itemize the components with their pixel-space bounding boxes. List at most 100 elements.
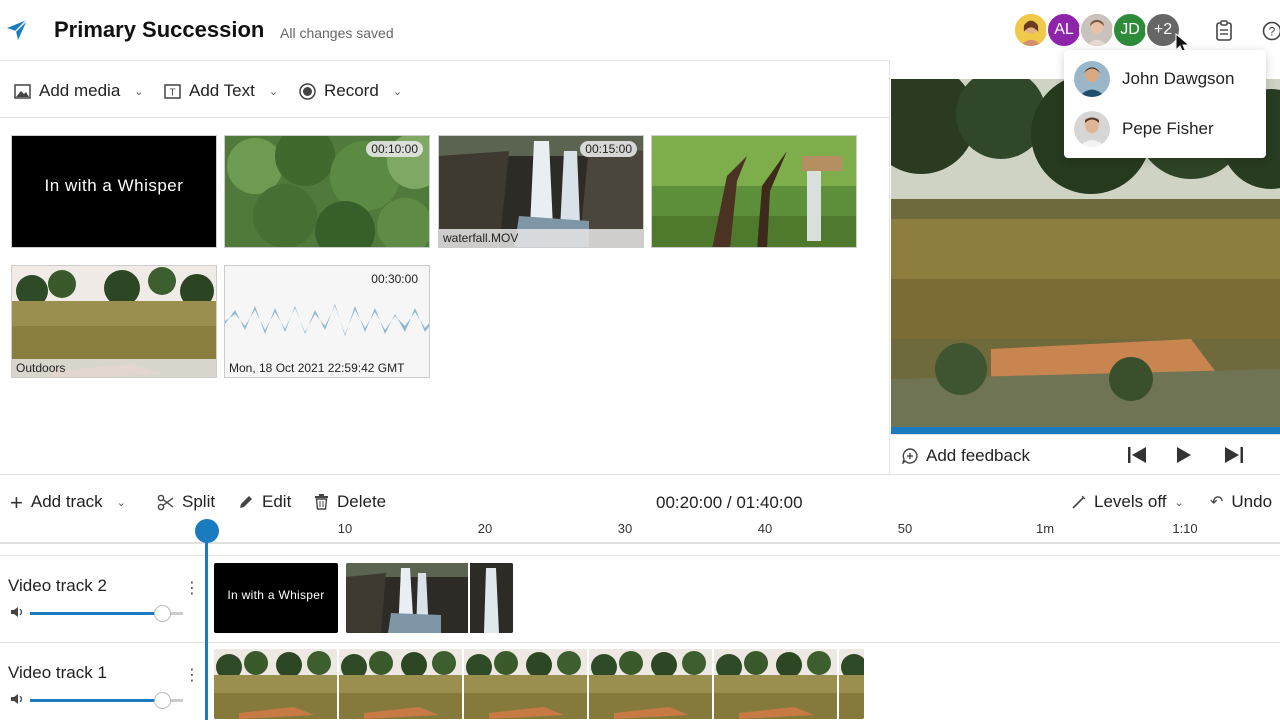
project-title[interactable]: Primary Succession bbox=[54, 17, 264, 43]
pencil-icon bbox=[240, 496, 252, 508]
chevron-down-icon: ⌄ bbox=[116, 496, 126, 509]
clip-outdoors[interactable] bbox=[214, 649, 864, 719]
volume-slider-fill bbox=[30, 699, 162, 702]
scissors-icon bbox=[157, 494, 174, 510]
playback-progress[interactable] bbox=[891, 427, 1280, 434]
split-button[interactable]: Split bbox=[157, 492, 215, 512]
ruler-tick: 1:10 bbox=[1172, 521, 1198, 536]
clip-frame bbox=[839, 649, 864, 719]
media-item-outdoors[interactable]: Outdoors bbox=[11, 265, 217, 378]
user-photo-icon bbox=[1015, 14, 1047, 46]
add-feedback-label: Add feedback bbox=[926, 446, 1030, 465]
app-logo-icon[interactable] bbox=[6, 18, 28, 42]
title-card-text: In with a Whisper bbox=[44, 176, 184, 195]
user-photo-icon bbox=[1081, 14, 1113, 46]
image-icon bbox=[14, 83, 31, 99]
timecode-display: 00:20:00 / 01:40:00 bbox=[656, 493, 803, 512]
ruler-tick: 1m bbox=[1035, 521, 1055, 536]
playhead-handle[interactable] bbox=[195, 519, 219, 543]
volume-slider-fill bbox=[30, 612, 162, 615]
play-icon[interactable] bbox=[1176, 446, 1192, 464]
video-track-1: Video track 1 ⋮ bbox=[0, 642, 1280, 720]
record-button[interactable]: Record ⌄ bbox=[299, 81, 402, 101]
add-media-button[interactable]: Add media ⌄ bbox=[14, 81, 144, 101]
waterfall-clip-thumbnails bbox=[346, 563, 513, 633]
user-name: John Dawgson bbox=[1122, 69, 1235, 88]
clip-frame bbox=[339, 649, 462, 719]
preview-controls: Add feedback bbox=[890, 434, 1280, 474]
media-item-forest-waterfall[interactable] bbox=[651, 135, 857, 248]
kebab-menu-icon[interactable]: ⋮ bbox=[184, 578, 200, 598]
ruler-tick: 40 bbox=[757, 521, 773, 536]
comment-add-icon bbox=[902, 448, 918, 464]
avatar-user-al[interactable]: AL bbox=[1046, 12, 1082, 48]
more-collaborators-count: +2 bbox=[1153, 21, 1173, 38]
undo-icon: ↶ bbox=[1210, 494, 1224, 511]
volume-slider[interactable] bbox=[30, 692, 183, 709]
popup-user-john[interactable]: John Dawgson bbox=[1074, 61, 1234, 97]
outdoors-clip-thumbnails bbox=[214, 649, 864, 719]
user-avatar bbox=[1074, 111, 1110, 147]
add-text-button[interactable]: T Add Text ⌄ bbox=[164, 81, 278, 101]
collaborators-popup: John Dawgson Pepe Fisher bbox=[1064, 50, 1266, 158]
help-icon[interactable]: ? bbox=[1262, 20, 1280, 42]
kebab-menu-icon[interactable]: ⋮ bbox=[184, 665, 200, 685]
volume-slider[interactable] bbox=[30, 605, 183, 622]
user-photo-icon bbox=[1074, 111, 1110, 147]
avatar-user-jd[interactable]: JD bbox=[1112, 12, 1148, 48]
clip-text: In with a Whisper bbox=[227, 588, 325, 602]
duration-badge: 00:15:00 bbox=[580, 141, 637, 157]
volume-icon[interactable] bbox=[10, 693, 24, 705]
user-avatar bbox=[1074, 61, 1110, 97]
panel-divider bbox=[889, 60, 890, 474]
avatar-user-1[interactable] bbox=[1013, 12, 1049, 48]
clip-frame bbox=[464, 649, 587, 719]
plus-icon: + bbox=[10, 489, 23, 515]
edit-button[interactable]: Edit bbox=[238, 492, 291, 512]
delete-button[interactable]: Delete bbox=[314, 492, 386, 512]
edit-label: Edit bbox=[262, 492, 292, 511]
chevron-down-icon: ⌄ bbox=[392, 85, 403, 98]
media-caption: Mon, 18 Oct 2021 22:59:42 GMT bbox=[229, 361, 405, 375]
svg-text:?: ? bbox=[1269, 25, 1276, 39]
popup-user-pepe[interactable]: Pepe Fisher bbox=[1074, 111, 1214, 147]
media-item-forest[interactable]: 00:10:00 bbox=[224, 135, 430, 248]
clip-title-card[interactable]: In with a Whisper bbox=[214, 563, 338, 633]
video-track-2: Video track 2 ⋮ In with a Whisper bbox=[0, 555, 1280, 643]
waveform-icon bbox=[225, 304, 429, 336]
levels-button[interactable]: Levels off ⌄ bbox=[1071, 492, 1184, 512]
chevron-down-icon: ⌄ bbox=[134, 85, 144, 98]
volume-slider-handle[interactable] bbox=[153, 605, 171, 622]
volume-slider-handle[interactable] bbox=[153, 692, 171, 709]
media-item-audio[interactable]: 00:30:00 Mon, 18 Oct 2021 22:59:42 GMT bbox=[224, 265, 430, 378]
avatar-user-3[interactable] bbox=[1079, 12, 1115, 48]
clip-frame bbox=[214, 649, 337, 719]
undo-button[interactable]: ↶ Undo bbox=[1210, 492, 1272, 512]
svg-text:T: T bbox=[169, 87, 175, 98]
add-feedback-button[interactable]: Add feedback bbox=[902, 446, 1030, 466]
track-name[interactable]: Video track 1 bbox=[8, 663, 107, 683]
user-name: Pepe Fisher bbox=[1122, 119, 1214, 138]
duration-badge: 00:10:00 bbox=[366, 141, 423, 157]
track-name[interactable]: Video track 2 bbox=[8, 576, 107, 596]
split-label: Split bbox=[182, 492, 216, 511]
add-track-button[interactable]: + Add track ⌄ bbox=[10, 489, 126, 515]
clip-frame bbox=[714, 649, 837, 719]
text-box-icon: T bbox=[164, 83, 181, 99]
timeline-ruler[interactable]: 10 20 30 40 50 1m 1:10 bbox=[0, 518, 1280, 544]
media-item-title-card[interactable]: In with a Whisper bbox=[11, 135, 217, 248]
trash-icon bbox=[315, 494, 328, 510]
playhead-line[interactable] bbox=[205, 531, 208, 720]
wand-icon bbox=[1072, 495, 1086, 509]
volume-icon[interactable] bbox=[10, 606, 24, 618]
notes-icon[interactable] bbox=[1214, 20, 1234, 42]
forest-waterfall-thumbnail bbox=[652, 136, 856, 247]
duration-badge: 00:30:00 bbox=[371, 272, 418, 286]
skip-back-icon[interactable] bbox=[1127, 446, 1147, 464]
clip-waterfall[interactable] bbox=[346, 563, 513, 633]
avatar-initials: JD bbox=[1120, 21, 1140, 38]
media-item-waterfall[interactable]: 00:15:00 waterfall.MOV bbox=[438, 135, 644, 248]
skip-forward-icon[interactable] bbox=[1224, 446, 1244, 464]
ruler-tick: 10 bbox=[337, 521, 353, 536]
delete-label: Delete bbox=[337, 492, 387, 511]
